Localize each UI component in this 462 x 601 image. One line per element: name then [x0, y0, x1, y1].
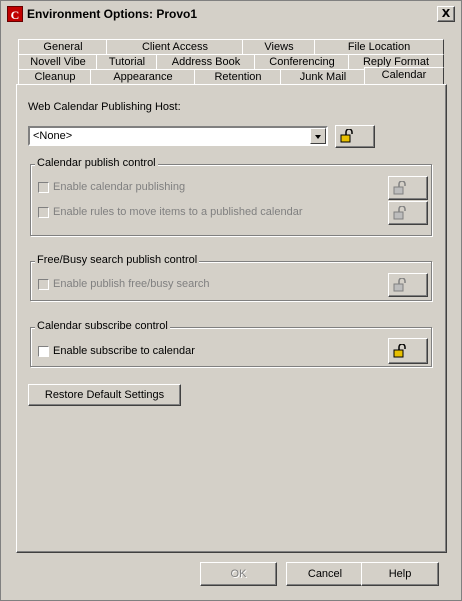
- tab-file-location[interactable]: File Location: [314, 39, 444, 54]
- tab-views[interactable]: Views: [242, 39, 316, 54]
- publish-group-title: Calendar publish control: [35, 157, 158, 169]
- tab-appearance[interactable]: Appearance: [90, 69, 196, 84]
- host-label: Web Calendar Publishing Host:: [28, 101, 181, 113]
- tab-junk-mail[interactable]: Junk Mail: [280, 69, 366, 84]
- tab-general[interactable]: General: [18, 39, 108, 54]
- freebusy-group-title: Free/Busy search publish control: [35, 254, 200, 266]
- title-bar[interactable]: C Environment Options: Provo1 X: [3, 3, 459, 25]
- subscribe-lock-button[interactable]: [388, 338, 428, 364]
- freebusy-lock-button[interactable]: [388, 273, 428, 297]
- close-icon[interactable]: X: [437, 6, 455, 22]
- cancel-button[interactable]: Cancel: [286, 562, 364, 586]
- enable-publishing-label: Enable calendar publishing: [53, 181, 186, 193]
- tab-novell-vibe[interactable]: Novell Vibe: [18, 54, 98, 69]
- lock-icon: [393, 181, 406, 195]
- chevron-down-icon[interactable]: [310, 128, 326, 144]
- help-button[interactable]: Help: [361, 562, 439, 586]
- tab-retention[interactable]: Retention: [194, 69, 282, 84]
- groupwise-icon: C: [7, 6, 23, 22]
- host-select-value: <None>: [33, 130, 73, 142]
- dialog-window: C Environment Options: Provo1 X General …: [0, 0, 462, 601]
- calendar-tab-panel: [16, 84, 447, 553]
- publish-group: Calendar publish control: [30, 157, 432, 236]
- lock-icon: [393, 278, 406, 292]
- enable-subscribe-label: Enable subscribe to calendar: [53, 345, 195, 357]
- tab-cleanup[interactable]: Cleanup: [18, 69, 92, 84]
- tab-tutorial[interactable]: Tutorial: [96, 54, 158, 69]
- restore-defaults-button[interactable]: Restore Default Settings: [28, 384, 181, 406]
- publishing-lock-button[interactable]: [388, 176, 428, 200]
- tab-client-access[interactable]: Client Access: [106, 39, 244, 54]
- enable-freebusy-label: Enable publish free/busy search: [53, 278, 210, 290]
- enable-rules-checkbox[interactable]: [38, 207, 49, 218]
- enable-rules-label: Enable rules to move items to a publishe…: [53, 206, 303, 218]
- ok-button[interactable]: OK: [200, 562, 277, 586]
- tab-conferencing[interactable]: Conferencing: [254, 54, 350, 69]
- host-lock-button[interactable]: [335, 125, 375, 148]
- enable-publishing-checkbox[interactable]: [38, 182, 49, 193]
- lock-icon: [340, 129, 353, 143]
- rules-lock-button[interactable]: [388, 201, 428, 225]
- lock-icon: [393, 206, 406, 220]
- enable-freebusy-checkbox[interactable]: [38, 279, 49, 290]
- lock-icon: [393, 344, 406, 358]
- tab-address-book[interactable]: Address Book: [156, 54, 256, 69]
- host-select[interactable]: <None>: [28, 126, 328, 146]
- enable-subscribe-checkbox[interactable]: [38, 346, 49, 357]
- window-title: Environment Options: Provo1: [27, 7, 198, 21]
- tab-calendar[interactable]: Calendar: [364, 67, 444, 84]
- subscribe-group-title: Calendar subscribe control: [35, 320, 170, 332]
